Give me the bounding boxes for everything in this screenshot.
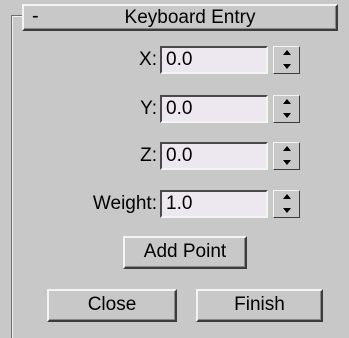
y-spinner-down-icon[interactable] — [274, 109, 299, 122]
x-spinner[interactable] — [273, 46, 300, 74]
y-label: Y: — [140, 98, 157, 119]
rollout-bracket-top-highlight — [12, 16, 22, 17]
z-input[interactable]: 0.0 — [160, 142, 268, 170]
z-spinner-up-icon[interactable] — [274, 143, 299, 156]
x-field-row: X: 0.0 — [0, 46, 349, 74]
y-field-row: Y: 0.0 — [0, 95, 349, 123]
x-input[interactable]: 0.0 — [160, 46, 268, 74]
z-spinner-down-icon[interactable] — [274, 156, 299, 169]
y-spinner[interactable] — [273, 95, 300, 123]
weight-input[interactable]: 1.0 — [160, 190, 268, 218]
finish-button[interactable]: Finish — [196, 289, 323, 322]
weight-spinner[interactable] — [273, 190, 300, 218]
x-spinner-up-icon[interactable] — [274, 47, 299, 60]
z-label: Z: — [140, 145, 157, 166]
rollout-header[interactable]: - Keyboard Entry — [22, 4, 338, 31]
z-spinner[interactable] — [273, 142, 300, 170]
close-button[interactable]: Close — [47, 289, 177, 322]
weight-label: Weight: — [92, 193, 157, 214]
y-input[interactable]: 0.0 — [160, 95, 268, 123]
x-spinner-down-icon[interactable] — [274, 60, 299, 73]
rollout-title: Keyboard Entry — [124, 7, 256, 28]
weight-field-row: Weight: 1.0 — [0, 190, 349, 218]
x-label: X: — [139, 49, 157, 70]
z-field-row: Z: 0.0 — [0, 142, 349, 170]
add-point-button[interactable]: Add Point — [123, 236, 247, 269]
y-spinner-up-icon[interactable] — [274, 96, 299, 109]
weight-spinner-down-icon[interactable] — [274, 204, 299, 217]
weight-spinner-up-icon[interactable] — [274, 191, 299, 204]
